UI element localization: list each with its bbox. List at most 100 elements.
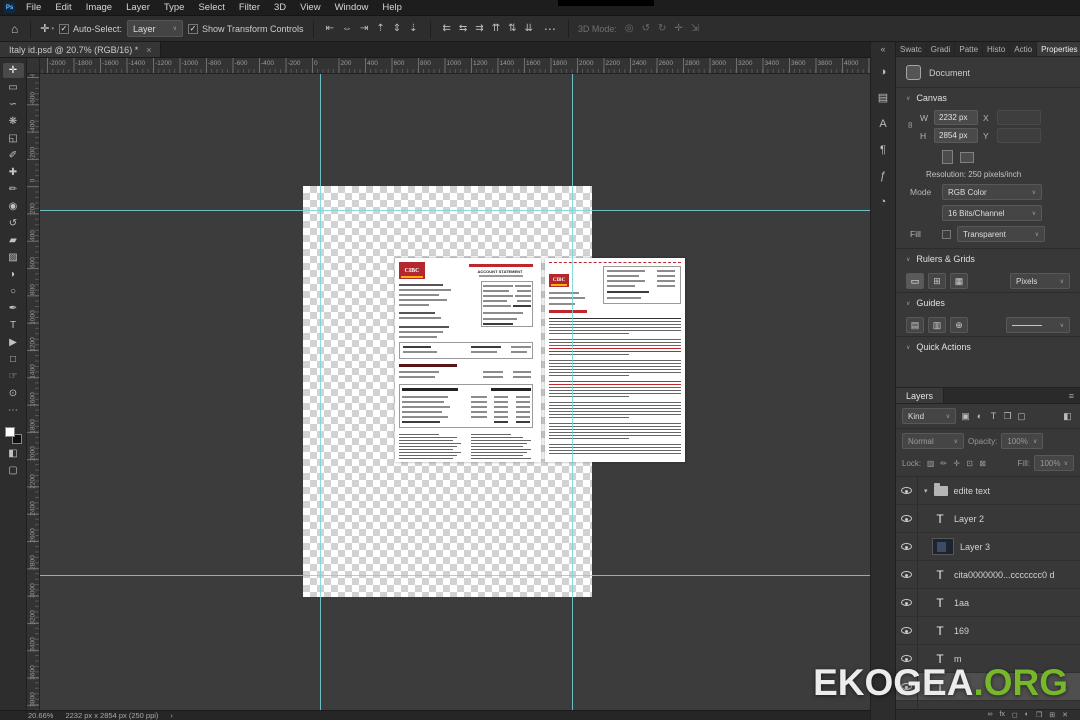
document-tab[interactable]: Italy id.psd @ 20.7% (RGB/16) * × (0, 42, 162, 57)
panel-tab-histo[interactable]: Histo (983, 42, 1011, 56)
distribute-right-icon[interactable]: ⇉ (472, 23, 486, 34)
distribute-center-h-icon[interactable]: ⇆ (456, 23, 470, 34)
canvas-area[interactable]: CIBC ACCOUNT STATEMENT CIBC (40, 74, 870, 710)
align-center-v-icon[interactable]: ⇕ (390, 23, 404, 34)
ruler-origin-corner[interactable] (27, 58, 40, 74)
menu-3d[interactable]: 3D (267, 2, 293, 13)
visibility-eye-icon[interactable] (896, 589, 918, 616)
glyphs-panel-icon[interactable]: ƒ (874, 167, 893, 184)
new-layer-icon[interactable]: ⊞ (1049, 711, 1055, 719)
show-transform-checkbox[interactable]: ✓ Show Transform Controls (188, 23, 304, 34)
width-field[interactable]: 2232 px (934, 110, 978, 125)
visibility-eye-icon[interactable] (896, 533, 918, 560)
hand-tool[interactable]: ☞ (3, 369, 24, 384)
link-dimensions-icon[interactable]: 8 (908, 121, 912, 130)
add-layer-mask-icon[interactable]: ◻ (1012, 711, 1018, 719)
color-swatches[interactable] (4, 427, 22, 444)
panel-tab-actio[interactable]: Actio (1010, 42, 1038, 56)
edit-toolbar-icon[interactable]: ⋯ (3, 403, 24, 418)
filter-adjustment-layers-icon[interactable]: ◐ (973, 411, 986, 422)
text-layer-thumbnail[interactable]: T (932, 596, 948, 610)
brush-tool[interactable]: ✏ (3, 182, 24, 197)
menu-type[interactable]: Type (157, 2, 192, 13)
section-caret-icon[interactable]: ∨ (906, 256, 910, 263)
lock-all-icon[interactable]: ⊠ (977, 459, 988, 468)
vertical-guide[interactable] (320, 74, 321, 710)
vertical-guide[interactable] (572, 74, 573, 710)
clone-stamp-tool[interactable]: ◉ (3, 199, 24, 214)
distribute-center-v-icon[interactable]: ⇅ (505, 23, 519, 34)
history-brush-tool[interactable]: ↺ (3, 216, 24, 231)
auto-select-dropdown[interactable]: Layer ∨ (127, 20, 184, 37)
current-tool-preset[interactable]: ✛ ▾ (40, 22, 54, 35)
layers-panel-tab[interactable]: Layers (896, 388, 945, 403)
distribute-bottom-icon[interactable]: ⇊ (521, 23, 535, 34)
visibility-eye-icon[interactable] (896, 477, 918, 504)
panel-tab-gradi[interactable]: Gradi (927, 42, 956, 56)
zoom-level[interactable]: 20.66% (28, 711, 53, 720)
quick-mask-icon[interactable]: ◧ (3, 446, 24, 461)
layer-filter-kind-dropdown[interactable]: Kind ∨ (902, 408, 956, 424)
layer-row-Layer-3[interactable]: Layer 3 (896, 533, 1080, 561)
eyedropper-tool[interactable]: ✐ (3, 148, 24, 163)
text-layer-thumbnail[interactable]: T (932, 624, 948, 638)
menu-layer[interactable]: Layer (119, 2, 157, 13)
zoom-tool[interactable]: ⊙ (3, 386, 24, 401)
lock-position-icon[interactable]: ✛ (951, 459, 962, 468)
visibility-eye-icon[interactable] (896, 505, 918, 532)
lock-artboard-icon[interactable]: ⊡ (964, 459, 975, 468)
shape-tool[interactable]: □ (3, 352, 24, 367)
home-icon[interactable]: ⌂ (8, 22, 21, 36)
add-horizontal-guide-icon[interactable]: ▤ (906, 317, 924, 333)
section-caret-icon[interactable]: ∨ (906, 95, 910, 102)
menu-edit[interactable]: Edit (48, 2, 78, 13)
blend-mode-dropdown[interactable]: Normal ∨ (902, 433, 964, 449)
expand-dock-icon[interactable]: « (880, 44, 885, 54)
new-group-icon[interactable]: ❒ (1036, 711, 1042, 719)
fill-checkbox[interactable] (942, 229, 951, 239)
distribute-left-icon[interactable]: ⇇ (440, 23, 454, 34)
layers-panel-menu-icon[interactable]: ≡ (1063, 388, 1080, 403)
crop-tool[interactable]: ◱ (3, 131, 24, 146)
dodge-tool[interactable]: ○ (3, 284, 24, 299)
panel-tab-swatc[interactable]: Swatc (896, 42, 927, 56)
screen-mode-icon[interactable]: ▢ (3, 463, 24, 478)
layer-filter-toggle-icon[interactable]: ◧ (1061, 411, 1074, 422)
3d-scale-icon[interactable]: ⇲ (688, 23, 702, 34)
adjustments-panel-icon[interactable]: ◑ (874, 63, 893, 80)
healing-brush-tool[interactable]: ✚ (3, 165, 24, 180)
section-caret-icon[interactable]: ∨ (906, 300, 910, 307)
guide-layout-icon[interactable]: ⊕ (950, 317, 968, 333)
color-mode-dropdown[interactable]: RGB Color ∨ (942, 184, 1042, 200)
menu-help[interactable]: Help (375, 2, 409, 13)
panel-tab-patte[interactable]: Patte (955, 42, 984, 56)
horizontal-guide[interactable] (40, 575, 870, 576)
more-options-icon[interactable]: ⋯ (541, 22, 559, 36)
height-field[interactable]: 2854 px (934, 128, 978, 143)
3d-roll-icon[interactable]: ↺ (639, 23, 653, 34)
marquee-tool[interactable]: ▭ (3, 80, 24, 95)
section-caret-icon[interactable]: ∨ (906, 344, 910, 351)
layer-row-1aa[interactable]: T 1aa (896, 589, 1080, 617)
libraries-panel-icon[interactable]: ▤ (874, 89, 893, 106)
character-panel-icon[interactable]: A (874, 115, 893, 132)
path-selection-tool[interactable]: ▶ (3, 335, 24, 350)
clone-source-panel-icon[interactable]: ◔ (874, 193, 893, 210)
layer-row-cita0000000...ccccccc0-d[interactable]: Tcita0000000...ccccccc0 d (896, 561, 1080, 589)
guide-style-dropdown[interactable]: ∨ (1006, 317, 1070, 333)
layer-name[interactable]: 1aa (954, 598, 969, 608)
visibility-eye-icon[interactable] (896, 561, 918, 588)
filter-shape-layers-icon[interactable]: ❒ (1001, 411, 1014, 422)
foreground-color-swatch[interactable] (4, 427, 15, 437)
menu-image[interactable]: Image (79, 2, 119, 13)
3d-orbit-icon[interactable]: ◎ (622, 23, 637, 34)
layer-name[interactable]: edite text (954, 486, 991, 496)
close-tab-icon[interactable]: × (146, 45, 151, 55)
link-layers-icon[interactable]: ∞ (987, 711, 992, 719)
new-adjustment-layer-icon[interactable]: ◐ (1025, 711, 1029, 719)
layer-row-Layer-2[interactable]: T Layer 2 (896, 505, 1080, 533)
auto-select-checkbox[interactable]: ✓ Auto-Select: (58, 23, 122, 34)
menu-file[interactable]: File (19, 2, 48, 13)
distribute-top-icon[interactable]: ⇈ (489, 23, 503, 34)
menu-view[interactable]: View (293, 2, 327, 13)
